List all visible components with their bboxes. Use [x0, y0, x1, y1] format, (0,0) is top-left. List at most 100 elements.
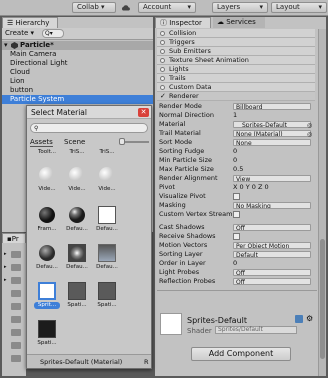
selected-sprites-default-thumbnail[interactable] — [38, 282, 56, 300]
add-component-button[interactable]: Add Component — [191, 347, 291, 361]
scrollbar-thumb[interactable] — [320, 239, 325, 359]
black-square-material-thumbnail[interactable] — [38, 320, 56, 338]
frame-material-thumbnail[interactable] — [38, 206, 56, 224]
max-particle-size-value[interactable]: 0.5 — [233, 165, 243, 174]
folder-icon[interactable] — [11, 290, 21, 297]
module-triggers[interactable]: Triggers — [157, 38, 315, 47]
search-input[interactable]: Q▾ — [42, 29, 64, 38]
sphere-material-thumbnail[interactable] — [68, 206, 86, 224]
folder-icon[interactable] — [11, 329, 21, 336]
folder-icon[interactable] — [11, 303, 21, 310]
order-in-layer-value[interactable]: 0 — [233, 259, 237, 268]
material-label[interactable]: Defau... — [64, 264, 90, 271]
list-item[interactable]: button — [2, 86, 153, 95]
help-book-icon[interactable] — [295, 315, 303, 323]
material-label[interactable]: Defau... — [94, 226, 120, 233]
tab-project[interactable]: ▪Pr — [2, 233, 26, 243]
inspector-scrollbar[interactable] — [318, 29, 326, 376]
folder-icon[interactable] — [11, 251, 21, 258]
list-item[interactable]: Directional Light — [2, 59, 153, 68]
material-label[interactable]: Spati... — [34, 340, 60, 347]
trail-material-field[interactable]: None (Material) — [233, 130, 311, 137]
module-texture-sheet-animation[interactable]: Texture Sheet Animation — [157, 56, 315, 65]
visualize-pivot-checkbox[interactable] — [233, 193, 240, 200]
folder-icon[interactable] — [11, 264, 21, 271]
layout-button[interactable]: Layout ▾ — [271, 2, 327, 13]
create-button[interactable]: Create ▾ — [5, 29, 39, 38]
module-sub-emitters[interactable]: Sub Emitters — [157, 47, 315, 56]
module-lights[interactable]: Lights — [157, 65, 315, 74]
tab-services[interactable]: ☁ Services — [213, 17, 265, 28]
custom-vertex-stream-checkbox[interactable] — [233, 211, 240, 218]
dark-square-material-thumbnail[interactable] — [98, 282, 116, 300]
dark-square-material-thumbnail[interactable] — [68, 282, 86, 300]
sphere-material-thumbnail[interactable] — [68, 166, 86, 184]
module-toggle-icon[interactable] — [160, 31, 165, 36]
folder-icon[interactable] — [11, 355, 21, 362]
cast-shadows-select[interactable]: Off — [233, 224, 311, 231]
slider-thumb[interactable] — [119, 138, 125, 145]
material-field[interactable]: Sprites-Default — [233, 121, 311, 128]
render-mode-select[interactable]: Billboard — [233, 103, 311, 110]
close-button[interactable]: ✕ — [138, 108, 149, 117]
material-label[interactable]: Toolt... — [34, 149, 60, 156]
module-collision[interactable]: Collision — [157, 29, 315, 38]
module-toggle-icon[interactable] — [160, 40, 165, 45]
folder-icon[interactable] — [11, 277, 21, 284]
material-label[interactable]: Spati... — [64, 302, 90, 309]
sorting-fudge-value[interactable]: 0 — [233, 147, 237, 156]
tab-assets[interactable]: Assets — [30, 138, 53, 147]
sphere-material-thumbnail[interactable] — [98, 166, 116, 184]
expand-arrow-icon[interactable]: ▸ — [4, 265, 9, 270]
render-alignment-select[interactable]: View — [233, 175, 311, 182]
min-particle-size-value[interactable]: 0 — [233, 156, 237, 165]
sphere-material-thumbnail[interactable] — [38, 244, 56, 262]
white-square-material-thumbnail[interactable] — [98, 206, 116, 224]
module-custom-data[interactable]: Custom Data — [157, 83, 315, 92]
masking-select[interactable]: No Masking — [233, 202, 311, 209]
material-label[interactable]: Defau... — [34, 264, 60, 271]
shader-select[interactable]: Sprites/Default — [215, 326, 297, 334]
tab-hierarchy[interactable]: ☰ Hierarchy — [2, 17, 58, 28]
selected-material-label[interactable]: Sprit... — [34, 302, 60, 309]
motion-vectors-select[interactable]: Per Object Motion — [233, 242, 311, 249]
material-label[interactable]: Vide... — [64, 186, 90, 193]
material-label[interactable]: Fram... — [34, 226, 60, 233]
skybox-material-thumbnail[interactable] — [98, 244, 116, 262]
sphere-material-thumbnail[interactable] — [38, 166, 56, 184]
receive-shadows-checkbox[interactable] — [233, 233, 240, 240]
glow-material-thumbnail[interactable] — [68, 244, 86, 262]
gear-icon[interactable]: ⚙ — [306, 314, 313, 323]
module-renderer[interactable]: ✓ Renderer — [157, 92, 315, 101]
material-label[interactable]: Spati... — [94, 302, 120, 309]
collab-button[interactable]: Collab ▾ — [72, 2, 116, 13]
cloud-icon[interactable] — [121, 3, 131, 13]
material-label[interactable]: TriS... — [64, 149, 90, 156]
reflection-probes-select[interactable]: Off — [233, 278, 311, 285]
list-item[interactable]: Cloud — [2, 68, 153, 77]
sort-mode-select[interactable]: None — [233, 139, 311, 146]
light-probes-select[interactable]: Off — [233, 269, 311, 276]
module-toggle-icon[interactable] — [160, 76, 165, 81]
list-item[interactable]: Lion — [2, 77, 153, 86]
expand-arrow-icon[interactable]: ▾ — [4, 41, 8, 50]
pivot-value[interactable]: X 0 Y 0 Z 0 — [233, 183, 269, 192]
module-toggle-icon[interactable] — [160, 85, 165, 90]
material-label[interactable]: Vide... — [94, 186, 120, 193]
material-label[interactable]: Vide... — [34, 186, 60, 193]
module-toggle-icon[interactable] — [160, 58, 165, 63]
tab-scene[interactable]: Scene — [64, 138, 85, 146]
folder-icon[interactable] — [11, 316, 21, 323]
folder-icon[interactable] — [11, 342, 21, 349]
account-button[interactable]: Account ▾ — [138, 2, 196, 13]
tab-inspector[interactable]: ⓘ Inspector — [155, 17, 211, 28]
material-label[interactable]: TriS... — [94, 149, 120, 156]
scene-row[interactable]: ▾ Particle* — [2, 41, 153, 50]
normal-direction-value[interactable]: 1 — [233, 111, 237, 120]
checkmark-icon[interactable]: ✓ — [160, 92, 166, 100]
module-trails[interactable]: Trails — [157, 74, 315, 83]
selected-list-item[interactable]: Particle System — [2, 95, 153, 104]
layers-button[interactable]: Layers ▾ — [212, 2, 268, 13]
material-label[interactable]: Defau... — [94, 264, 120, 271]
material-label[interactable]: Defau... — [64, 226, 90, 233]
